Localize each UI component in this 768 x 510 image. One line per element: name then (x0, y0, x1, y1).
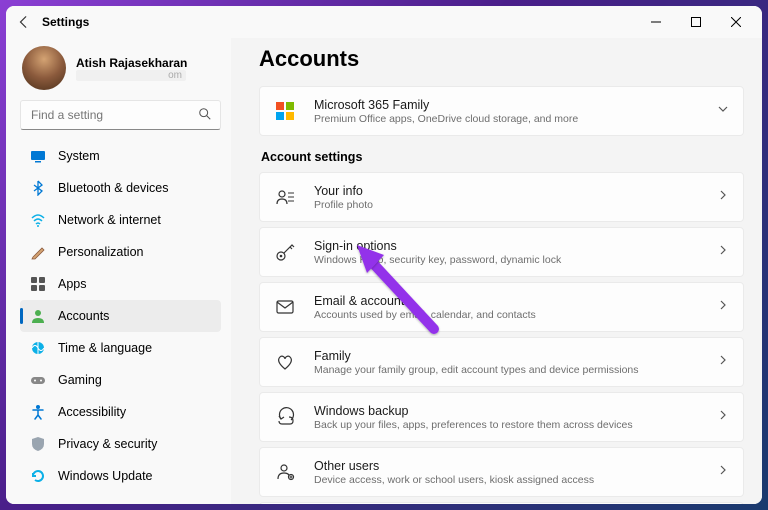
your-info-icon (274, 186, 296, 208)
card-subtitle: Back up your files, apps, preferences to… (314, 419, 717, 431)
maximize-button[interactable] (676, 8, 716, 36)
sidebar-item-system[interactable]: System (20, 140, 221, 172)
sidebar-item-network[interactable]: Network & internet (20, 204, 221, 236)
ms365-icon (274, 100, 296, 122)
accounts-icon (30, 308, 46, 324)
sidebar-item-label: Privacy & security (58, 437, 157, 451)
card-title: Windows backup (314, 404, 717, 418)
card-subtitle: Windows Hello, security key, password, d… (314, 254, 717, 266)
network-icon (30, 212, 46, 228)
sidebar-item-label: Accessibility (58, 405, 126, 419)
card-title: Sign-in options (314, 239, 717, 253)
sidebar-item-update[interactable]: Windows Update (20, 460, 221, 492)
sidebar-item-personalization[interactable]: Personalization (20, 236, 221, 268)
sidebar-item-label: System (58, 149, 100, 163)
card-subtitle: Device access, work or school users, kio… (314, 474, 717, 486)
card-subtitle: Profile photo (314, 199, 717, 211)
sidebar-item-label: Bluetooth & devices (58, 181, 169, 195)
card-subtitle: Accounts used by email, calendar, and co… (314, 309, 717, 321)
family-icon (274, 351, 296, 373)
privacy-icon (30, 436, 46, 452)
chevron-right-icon (717, 408, 729, 426)
window-title: Settings (42, 15, 89, 29)
sidebar-item-bluetooth[interactable]: Bluetooth & devices (20, 172, 221, 204)
close-button[interactable] (716, 8, 756, 36)
sidebar-item-accessibility[interactable]: Accessibility (20, 396, 221, 428)
row-email-accounts[interactable]: Email & accountsAccounts used by email, … (259, 282, 744, 332)
search-icon (198, 107, 212, 126)
sidebar-item-label: Windows Update (58, 469, 153, 483)
row-family[interactable]: FamilyManage your family group, edit acc… (259, 337, 744, 387)
chevron-down-icon (717, 102, 729, 120)
email-icon (274, 296, 296, 318)
time-icon (30, 340, 46, 356)
bluetooth-icon (30, 180, 46, 196)
chevron-right-icon (717, 463, 729, 481)
ms365-card[interactable]: Microsoft 365 Family Premium Office apps… (259, 86, 744, 136)
minimize-icon (651, 17, 661, 27)
chevron-right-icon (717, 243, 729, 261)
user-email: om (76, 70, 186, 81)
card-subtitle: Manage your family group, edit account t… (314, 364, 717, 376)
chevron-right-icon (717, 298, 729, 316)
apps-icon (30, 276, 46, 292)
row-backup[interactable]: Windows backupBack up your files, apps, … (259, 392, 744, 442)
sidebar-item-privacy[interactable]: Privacy & security (20, 428, 221, 460)
row-work-school[interactable]: Access work or schoolOrganization resour… (259, 502, 744, 504)
gaming-icon (30, 372, 46, 388)
sidebar-item-gaming[interactable]: Gaming (20, 364, 221, 396)
sidebar-item-label: Accounts (58, 309, 109, 323)
user-profile[interactable]: Atish Rajasekharan om (20, 42, 221, 100)
main-content: Accounts Microsoft 365 Family Premium Of… (231, 38, 762, 504)
avatar (22, 46, 66, 90)
card-title: Other users (314, 459, 717, 473)
chevron-right-icon (717, 353, 729, 371)
sidebar-item-label: Gaming (58, 373, 102, 387)
row-other-users[interactable]: Other usersDevice access, work or school… (259, 447, 744, 497)
sidebar: Atish Rajasekharan om System Bluetooth &… (6, 38, 231, 504)
sidebar-item-label: Apps (58, 277, 87, 291)
card-title: Email & accounts (314, 294, 717, 308)
titlebar: Settings (6, 6, 762, 38)
sidebar-item-label: Personalization (58, 245, 143, 259)
card-subtitle: Premium Office apps, OneDrive cloud stor… (314, 113, 717, 125)
arrow-left-icon (17, 15, 31, 29)
minimize-button[interactable] (636, 8, 676, 36)
sidebar-item-label: Network & internet (58, 213, 161, 227)
page-title: Accounts (259, 46, 744, 72)
sidebar-item-accounts[interactable]: Accounts (20, 300, 221, 332)
update-icon (30, 468, 46, 484)
card-title: Microsoft 365 Family (314, 98, 717, 112)
other-users-icon (274, 461, 296, 483)
back-button[interactable] (12, 10, 36, 34)
row-your-info[interactable]: Your infoProfile photo (259, 172, 744, 222)
maximize-icon (691, 17, 701, 27)
system-icon (30, 148, 46, 164)
search-input[interactable] (20, 100, 221, 130)
accessibility-icon (30, 404, 46, 420)
section-heading: Account settings (261, 150, 744, 164)
key-icon (274, 241, 296, 263)
personalization-icon (30, 244, 46, 260)
row-signin-options[interactable]: Sign-in optionsWindows Hello, security k… (259, 227, 744, 277)
card-title: Your info (314, 184, 717, 198)
sidebar-item-time[interactable]: Time & language (20, 332, 221, 364)
backup-icon (274, 406, 296, 428)
card-title: Family (314, 349, 717, 363)
sidebar-item-apps[interactable]: Apps (20, 268, 221, 300)
sidebar-item-label: Time & language (58, 341, 152, 355)
user-name: Atish Rajasekharan (76, 56, 187, 70)
chevron-right-icon (717, 188, 729, 206)
close-icon (731, 17, 741, 27)
